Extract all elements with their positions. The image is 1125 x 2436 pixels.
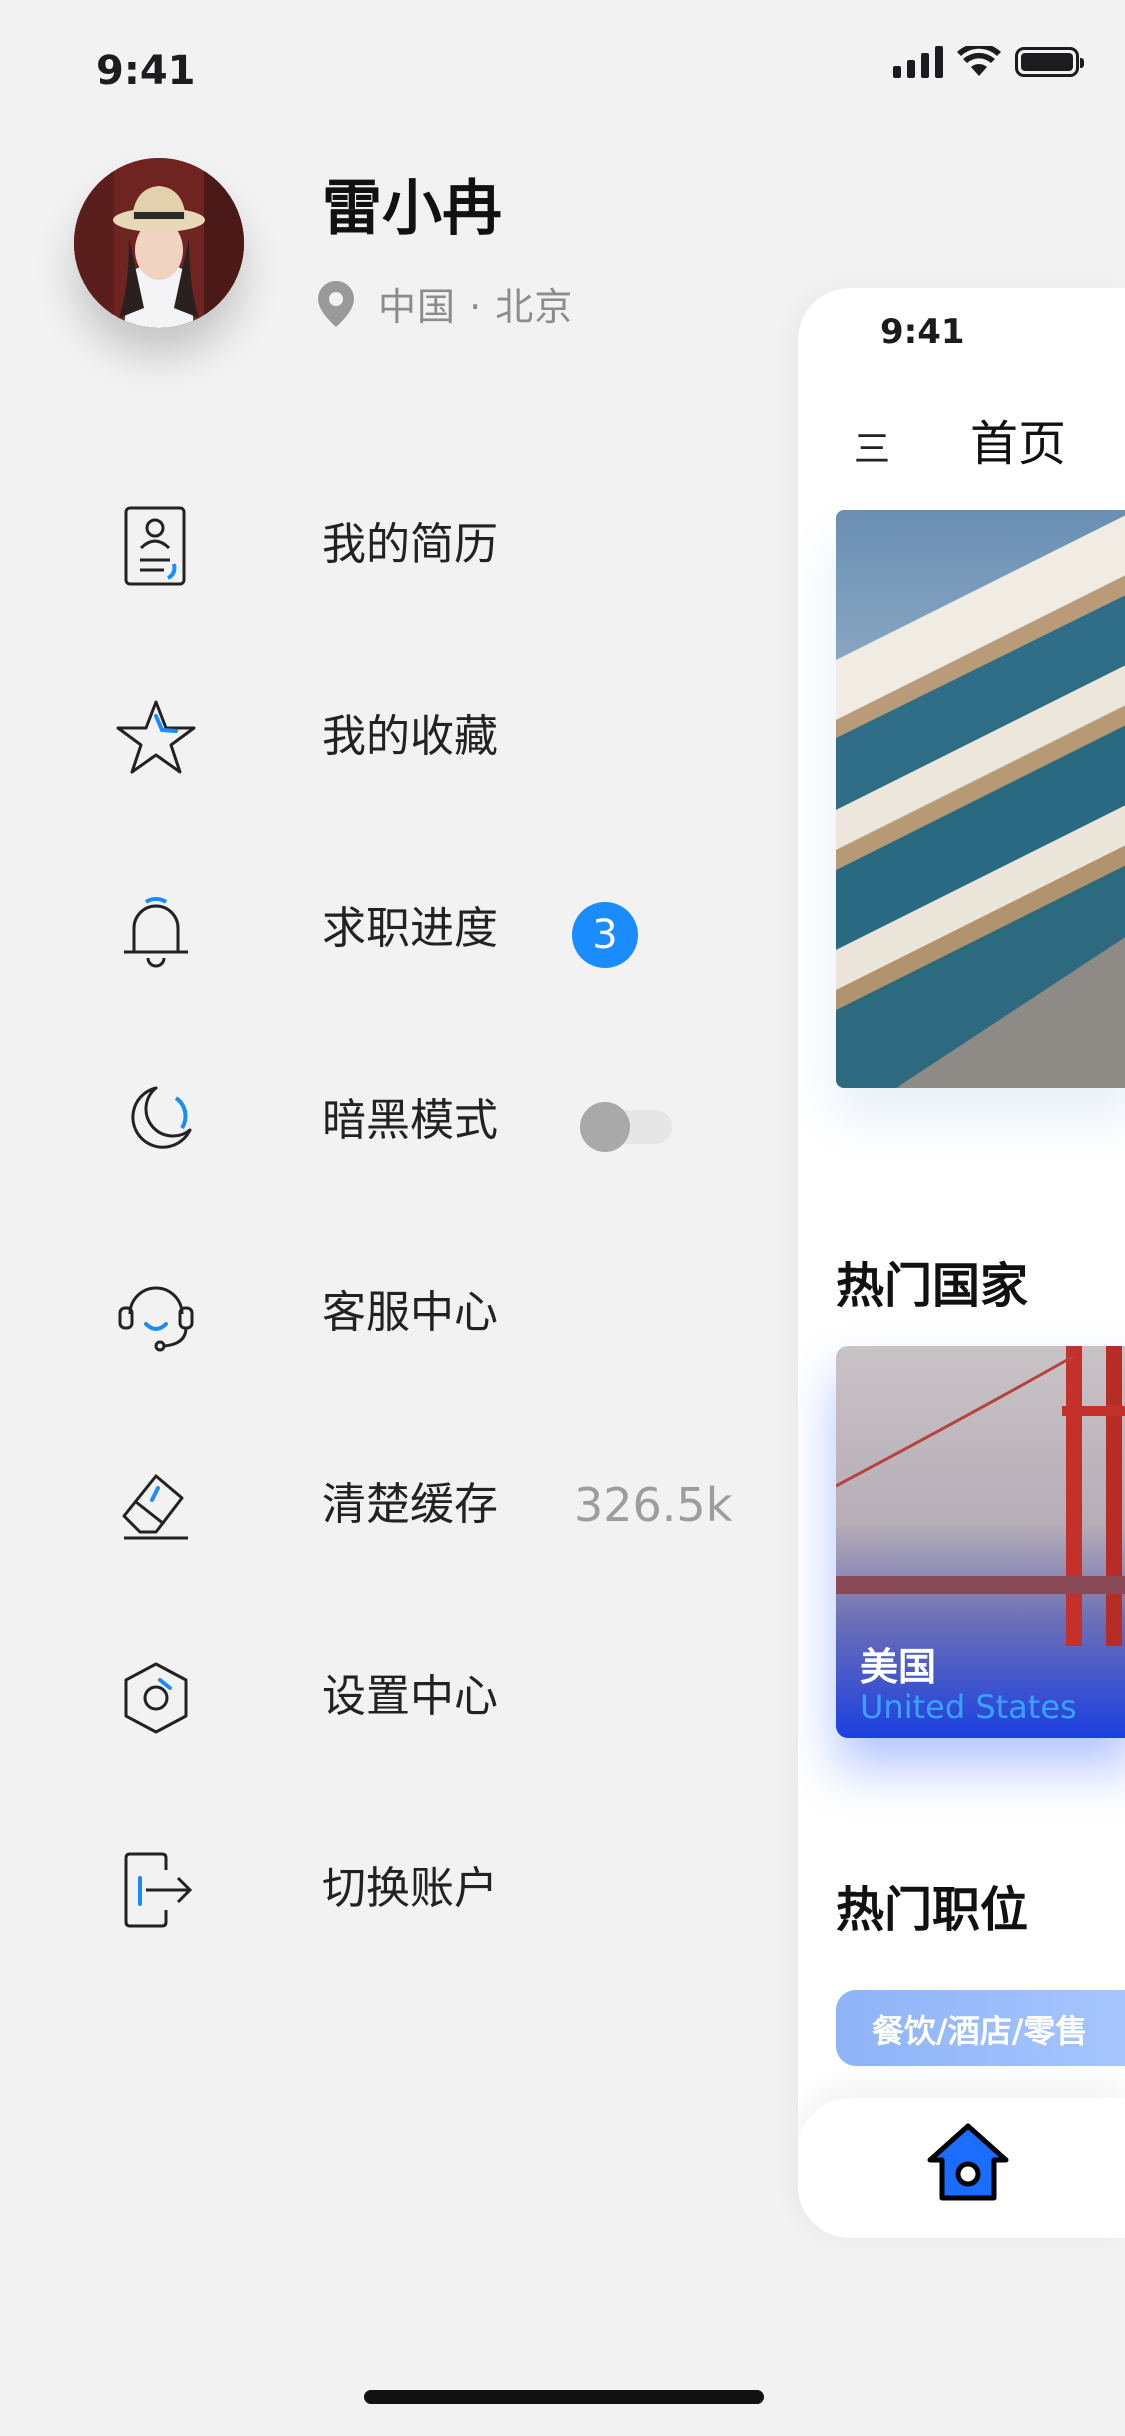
cache-size: 326.5k [574, 1478, 733, 1532]
user-name: 雷小冉 [322, 174, 502, 244]
bell-icon [124, 897, 188, 968]
menu-label: 清楚缓存 [322, 1479, 498, 1530]
menu-item-settings[interactable]: 设置中心 [0, 1626, 780, 1756]
menu-item-switch-account[interactable]: 切换账户 [0, 1818, 780, 1948]
menu-label: 切换账户 [322, 1863, 498, 1914]
banner-image[interactable] [836, 510, 1125, 1088]
avatar[interactable] [74, 158, 244, 328]
signal-icon [893, 46, 943, 78]
country-name-en: United States [860, 1688, 1077, 1726]
toggle-knob [580, 1102, 630, 1152]
main-screen-preview[interactable]: 9:41 三 首页 热门国家 美国 United States 热门职位 餐饮/… [798, 288, 1125, 2238]
menu-label: 我的收藏 [322, 711, 498, 762]
location-text: 中国 · 北京 [378, 285, 574, 329]
home-indicator [364, 2390, 764, 2404]
menu-label: 客服中心 [322, 1287, 498, 1338]
country-name-cn: 美国 [860, 1645, 937, 1689]
job-category-chip[interactable]: 餐饮/酒店/零售 [836, 1990, 1125, 2066]
location: 中国 · 北京 [318, 276, 573, 331]
preview-page-title: 首页 [970, 416, 1067, 472]
status-time: 9:41 [96, 48, 196, 94]
menu-item-dark-mode[interactable]: 暗黑模式 [0, 1050, 780, 1180]
battery-icon [1015, 47, 1084, 77]
hot-countries-title: 热门国家 [836, 1258, 1029, 1314]
menu-label: 求职进度 [322, 903, 498, 954]
dark-mode-toggle[interactable] [580, 1102, 672, 1152]
preview-status-time: 9:41 [880, 312, 965, 352]
job-category-label: 餐饮/酒店/零售 [872, 2012, 1088, 2050]
moon-icon [131, 1086, 192, 1149]
menu-item-job-progress[interactable]: 求职进度 3 [0, 858, 780, 988]
resume-icon [124, 506, 186, 586]
settings-hex-icon [124, 1662, 188, 1734]
menu-label: 暗黑模式 [322, 1095, 498, 1146]
menu-label: 我的简历 [322, 519, 498, 570]
eraser-icon [122, 1474, 188, 1540]
headset-icon [118, 1286, 194, 1352]
hot-jobs-title: 热门职位 [836, 1882, 1029, 1938]
country-card[interactable]: 美国 United States [836, 1346, 1125, 1738]
menu-item-customer-service[interactable]: 客服中心 [0, 1242, 780, 1372]
tab-bar [798, 2098, 1125, 2238]
home-icon[interactable] [924, 2118, 1012, 2206]
menu-item-favorites[interactable]: 我的收藏 [0, 666, 780, 796]
location-pin-icon [318, 280, 354, 327]
menu-item-resume[interactable]: 我的简历 [0, 474, 780, 604]
menu-item-clear-cache[interactable]: 清楚缓存 326.5k [0, 1434, 780, 1564]
notification-badge: 3 [572, 902, 638, 968]
hamburger-menu-icon[interactable]: 三 [854, 420, 890, 472]
star-icon [116, 700, 196, 774]
wifi-icon [957, 46, 1001, 76]
status-icons [893, 46, 1084, 78]
switch-account-icon [124, 1852, 193, 1928]
menu-label: 设置中心 [322, 1671, 498, 1722]
